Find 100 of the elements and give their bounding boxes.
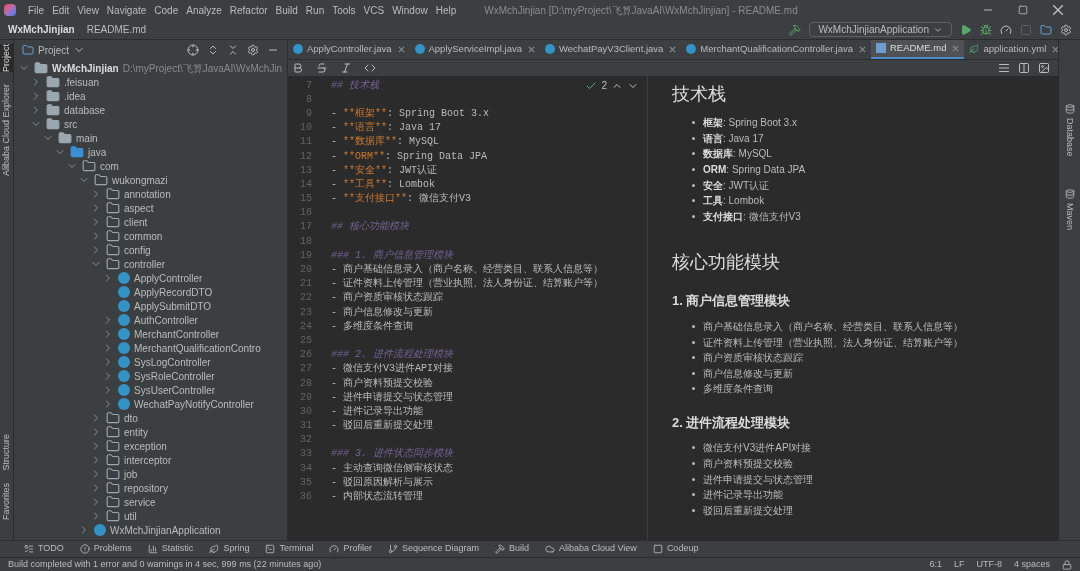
tree-item[interactable]: java xyxy=(88,144,107,160)
menu-item[interactable]: VCS xyxy=(359,2,389,18)
tree-item[interactable]: ApplyRecordDTO xyxy=(134,284,213,300)
menu-item[interactable]: Code xyxy=(150,2,183,18)
tool-window-tab[interactable]: Database xyxy=(1062,118,1077,157)
tool-window-button[interactable]: TODO xyxy=(24,542,64,556)
tool-window-button[interactable]: Build xyxy=(494,542,529,556)
menu-item[interactable]: View xyxy=(73,2,103,18)
menu-item[interactable]: Run xyxy=(301,2,329,18)
menu-item[interactable]: Edit xyxy=(48,2,74,18)
tool-window-button[interactable]: Codeup xyxy=(652,542,699,556)
tool-window-tab[interactable]: Alibaba Cloud Explorer xyxy=(0,84,14,177)
menu-item[interactable]: Refactor xyxy=(225,2,272,18)
bold-icon[interactable] xyxy=(292,62,304,74)
tree-item[interactable]: .feisuan xyxy=(64,74,100,90)
menu-item[interactable]: File xyxy=(24,2,49,18)
tree-item[interactable]: WechatPayNotifyController xyxy=(134,396,254,412)
editor-only-icon[interactable] xyxy=(998,62,1010,74)
menu-item[interactable]: Analyze xyxy=(182,2,226,18)
settings-icon[interactable] xyxy=(247,44,259,56)
tool-window-tab[interactable]: Structure xyxy=(0,434,14,471)
status-item[interactable]: LF xyxy=(953,557,965,571)
tree-item[interactable]: WxMchJinjianApplication xyxy=(110,522,221,538)
lock-icon[interactable] xyxy=(1062,559,1072,570)
tree-item[interactable]: exception xyxy=(124,438,167,454)
tree-item[interactable]: AuthController xyxy=(134,312,198,328)
editor-tab[interactable]: ApplyController.java xyxy=(288,40,410,59)
tool-window-button[interactable]: Problems xyxy=(79,542,132,556)
tree-item[interactable]: SysRoleController xyxy=(134,368,215,384)
tree-item[interactable]: com xyxy=(100,158,119,174)
preview-only-icon[interactable] xyxy=(1038,62,1050,74)
tree-item[interactable]: database xyxy=(64,102,106,118)
split-view-icon[interactable] xyxy=(1018,62,1030,74)
status-item[interactable]: UTF-8 xyxy=(976,557,1002,571)
hammer-icon[interactable] xyxy=(789,23,802,36)
tree-item[interactable]: SysLogController xyxy=(134,354,211,370)
close-icon[interactable] xyxy=(397,45,405,53)
collapse-all-icon[interactable] xyxy=(227,44,239,56)
tree-item[interactable]: entity xyxy=(124,424,148,440)
status-item[interactable]: 6:1 xyxy=(929,557,942,571)
editor-tab[interactable]: application.yml xyxy=(964,40,1058,59)
run-icon[interactable] xyxy=(960,23,972,36)
tree-item[interactable]: main xyxy=(76,130,98,146)
tree-item[interactable]: ApplySubmitDTO xyxy=(134,298,212,314)
tool-window-button[interactable]: Terminal xyxy=(265,542,314,556)
tree-item[interactable]: interceptor xyxy=(124,452,172,468)
menu-item[interactable]: Window xyxy=(388,2,432,18)
tree-item[interactable]: MerchantQualificationContro xyxy=(134,340,261,356)
debug-icon[interactable] xyxy=(980,23,992,36)
tool-window-button[interactable]: Sequence Diagram xyxy=(387,542,479,556)
tree-item[interactable]: common xyxy=(124,228,163,244)
editor-tab[interactable]: WechatPayV3Client.java xyxy=(539,40,682,59)
close-icon[interactable] xyxy=(1052,4,1064,16)
folder-icon[interactable] xyxy=(1040,23,1052,36)
stop-icon[interactable] xyxy=(1020,23,1032,36)
tree-item[interactable]: SysUserController xyxy=(134,382,216,398)
tool-window-tab[interactable]: Project xyxy=(0,44,14,72)
breadcrumb[interactable]: README.md xyxy=(86,22,147,37)
tree-item[interactable]: MerchantController xyxy=(134,326,220,342)
tree-item[interactable]: WxMchJinjian xyxy=(52,60,119,76)
inspection-count[interactable]: 2 xyxy=(601,78,607,93)
tree-item[interactable]: config xyxy=(124,242,151,258)
tree-item[interactable]: controller xyxy=(124,256,166,272)
tree-item[interactable]: .idea xyxy=(64,88,86,104)
maximize-icon[interactable] xyxy=(1018,5,1028,15)
tool-window-button[interactable]: Alibaba Cloud View xyxy=(545,542,637,556)
tool-window-tab[interactable]: Maven xyxy=(1062,202,1077,230)
tree-item[interactable]: src xyxy=(64,116,78,132)
close-icon[interactable] xyxy=(527,45,535,53)
panel-title[interactable]: Project xyxy=(38,42,70,58)
strikethrough-icon[interactable] xyxy=(316,62,328,74)
tree-item[interactable]: wukongmazi xyxy=(112,172,168,188)
editor-tab[interactable]: ApplyServiceImpl.java xyxy=(409,40,540,59)
italic-icon[interactable] xyxy=(340,62,352,74)
settings-icon[interactable] xyxy=(1060,23,1072,36)
tool-window-button[interactable]: Profiler xyxy=(329,542,372,556)
editor-tab[interactable]: README.md xyxy=(870,40,965,59)
status-item[interactable]: 4 spaces xyxy=(1013,557,1050,571)
breadcrumb[interactable]: WxMchJinjian xyxy=(8,22,75,37)
tree-item[interactable]: service xyxy=(124,494,156,510)
menu-item[interactable]: Help xyxy=(431,2,461,18)
expand-all-icon[interactable] xyxy=(207,44,219,56)
tree-item[interactable]: repository xyxy=(124,480,168,496)
tree-item[interactable]: client xyxy=(124,214,148,230)
menu-item[interactable]: Build xyxy=(271,2,302,18)
tree-item[interactable]: job xyxy=(124,466,138,482)
menu-item[interactable]: Tools xyxy=(328,2,360,18)
tree-item[interactable]: ApplyController xyxy=(134,270,203,286)
tree-item[interactable]: annotation xyxy=(124,186,171,202)
menu-item[interactable]: Navigate xyxy=(102,2,151,18)
profiler-icon[interactable] xyxy=(1000,23,1012,36)
locate-icon[interactable] xyxy=(187,44,199,56)
tree-item[interactable]: aspect xyxy=(124,200,154,216)
tree-item[interactable]: dto xyxy=(124,410,138,426)
close-icon[interactable] xyxy=(858,45,866,53)
editor-tab[interactable]: MerchantQualificationController.java xyxy=(681,40,871,59)
tool-window-tab[interactable]: Favorites xyxy=(0,483,14,520)
run-config-dropdown[interactable]: WxMchJinjianApplication xyxy=(809,22,952,37)
tool-window-button[interactable]: Statistic xyxy=(147,542,194,556)
tree-item[interactable]: util xyxy=(124,508,137,524)
